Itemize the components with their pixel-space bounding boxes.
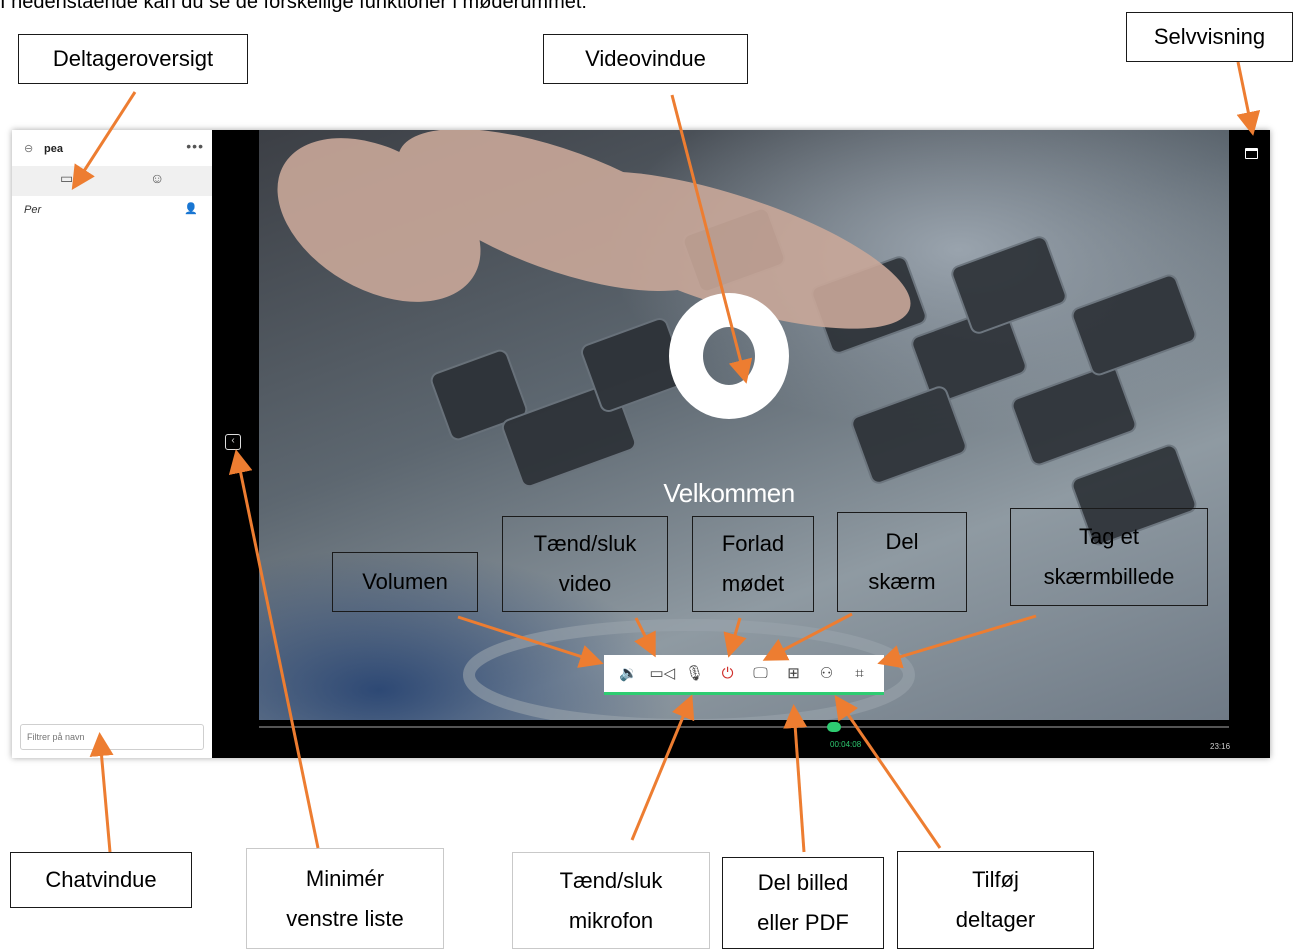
arrow-videovindue	[670, 94, 753, 384]
arrow-minimer	[228, 449, 320, 849]
annotation-arrows	[71, 61, 1261, 853]
arrow-del-billed	[783, 704, 808, 853]
arrow-mikrofon	[630, 694, 695, 841]
arrow-selvvisning	[1236, 61, 1261, 136]
arrow-volumen	[457, 615, 604, 668]
arrow-del-skaerm	[762, 612, 853, 661]
arrow-forlad	[723, 617, 747, 658]
arrow-skaermbillede	[877, 614, 1037, 669]
arrow-deltageroversigt	[71, 91, 137, 191]
arrow-tilfoej	[834, 695, 942, 849]
arrow-chatvindue	[89, 732, 114, 853]
arrow-video	[634, 617, 656, 658]
